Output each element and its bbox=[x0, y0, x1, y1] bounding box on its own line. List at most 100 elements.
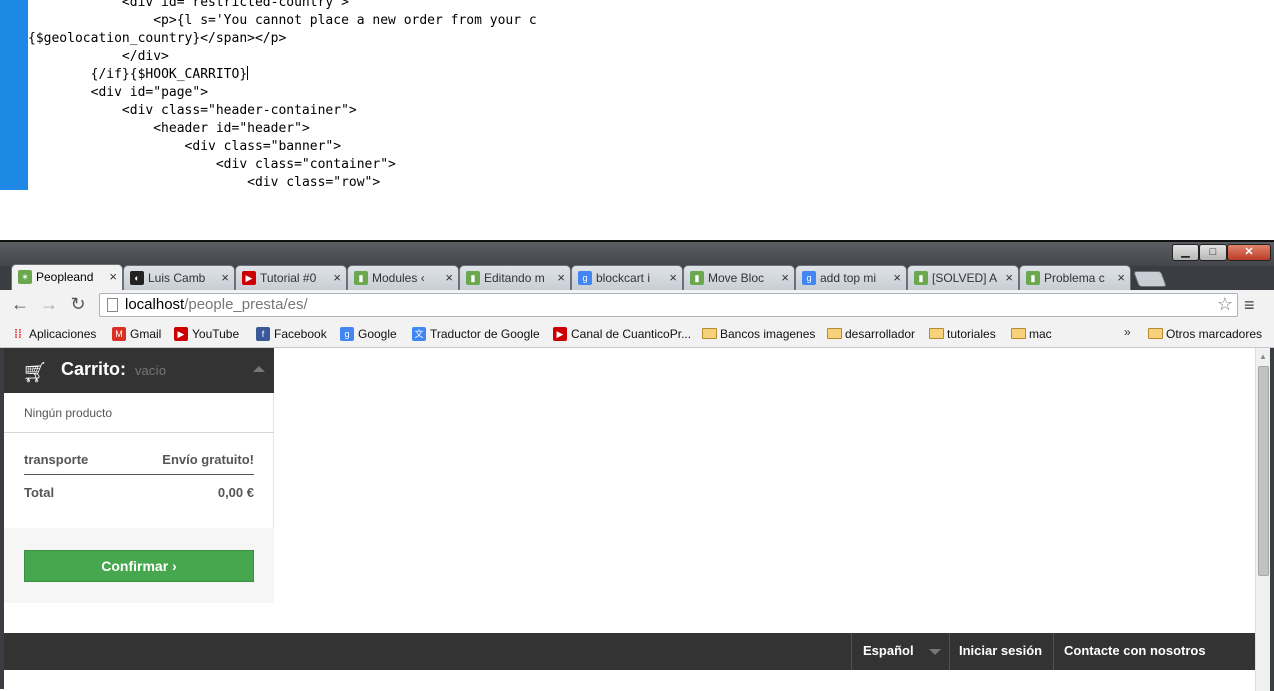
text-cursor bbox=[247, 66, 249, 80]
tab-7[interactable]: ▮ Move Bloc × bbox=[683, 265, 795, 290]
tab-3[interactable]: ▶ Tutorial #0 × bbox=[235, 265, 347, 290]
tab-label: Luis Camb bbox=[148, 271, 206, 285]
divider bbox=[1053, 633, 1054, 670]
close-window-button[interactable]: ✕ bbox=[1227, 244, 1271, 261]
tab-close-icon[interactable]: × bbox=[109, 265, 117, 289]
bookmark-item[interactable]: M Gmail bbox=[112, 325, 161, 343]
forward-arrow-icon[interactable]: → bbox=[38, 293, 60, 315]
tab-close-icon[interactable]: × bbox=[1005, 266, 1013, 290]
new-tab-button[interactable] bbox=[1133, 271, 1167, 287]
code-line[interactable]: {$geolocation_country}</span></p> bbox=[28, 30, 550, 48]
tab-close-icon[interactable]: × bbox=[893, 266, 901, 290]
tab-label: blockcart i bbox=[596, 271, 651, 285]
scroll-up-icon[interactable]: ▲ bbox=[1259, 352, 1267, 361]
code-line[interactable]: 65 <div id="page"> bbox=[28, 84, 550, 102]
minimize-button[interactable]: ▁ bbox=[1172, 244, 1199, 261]
tab-label: Peopleand bbox=[36, 270, 94, 284]
bookmark-item[interactable]: ▶ Canal de CuanticoPr... bbox=[553, 325, 691, 343]
chevron-down-icon[interactable] bbox=[929, 649, 941, 655]
bookmarks-overflow-button[interactable]: » bbox=[1124, 325, 1131, 339]
tab-8[interactable]: g add top mi × bbox=[795, 265, 907, 290]
chrome-menu-icon[interactable]: ≡ bbox=[1244, 295, 1260, 315]
code-line[interactable]: 66 <div class="header-container"> bbox=[28, 102, 550, 120]
tab-close-icon[interactable]: × bbox=[781, 266, 789, 290]
bookmark-item[interactable]: desarrollador bbox=[827, 325, 915, 343]
folder-icon bbox=[702, 328, 717, 339]
tab-close-icon[interactable]: × bbox=[445, 266, 453, 290]
total-row: Total 0,00 € bbox=[24, 485, 254, 500]
tab-4[interactable]: ▮ Modules ‹ × bbox=[347, 265, 459, 290]
bookmark-otros-marcadores[interactable]: Otros marcadores bbox=[1148, 325, 1262, 343]
bookmark-label: Facebook bbox=[274, 327, 327, 341]
tab-favicon-icon: ▮ bbox=[466, 271, 480, 285]
login-link[interactable]: Iniciar sesión bbox=[959, 643, 1042, 658]
address-bar[interactable]: localhost/people_presta/es/ ☆ bbox=[99, 293, 1238, 317]
code-editor[interactable]: 61 <div id="restricted-country">62 <p>{l… bbox=[0, 0, 1274, 192]
contact-link[interactable]: Contacte con nosotros bbox=[1064, 643, 1206, 658]
code-line[interactable]: 63 </div> bbox=[28, 48, 550, 66]
code-text: <header id="header"> bbox=[153, 121, 310, 136]
url-host: localhost bbox=[125, 296, 185, 313]
page-icon bbox=[107, 298, 118, 312]
caret-up-icon[interactable] bbox=[253, 366, 265, 372]
window-border bbox=[1270, 348, 1274, 691]
tab-close-icon[interactable]: × bbox=[221, 266, 229, 290]
tab-2[interactable]: ◐ Luis Camb × bbox=[123, 265, 235, 290]
tab-favicon-icon: g bbox=[578, 271, 592, 285]
bookmark-item[interactable]: ▶ YouTube bbox=[174, 325, 239, 343]
divider bbox=[4, 432, 274, 433]
tab-close-icon[interactable]: × bbox=[669, 266, 677, 290]
scrollbar-thumb[interactable] bbox=[1258, 366, 1269, 576]
back-arrow-icon[interactable]: ← bbox=[9, 293, 31, 315]
code-text: {/if}{$HOOK_CARRITO} bbox=[90, 67, 248, 82]
bookmark-item[interactable]: g Google bbox=[340, 325, 397, 343]
code-line[interactable]: 62 <p>{l s='You cannot place a new order… bbox=[28, 12, 550, 30]
bookmark-item[interactable]: 文 Traductor de Google bbox=[412, 325, 540, 343]
code-area[interactable]: 61 <div id="restricted-country">62 <p>{l… bbox=[28, 0, 550, 190]
tab-label: Problema c bbox=[1044, 271, 1105, 285]
bookmark-item[interactable]: mac bbox=[1011, 325, 1052, 343]
language-selector[interactable]: Español bbox=[863, 643, 914, 658]
tab-label: add top mi bbox=[820, 271, 877, 285]
code-line[interactable]: 64 {/if}{$HOOK_CARRITO} bbox=[28, 66, 550, 84]
bookmark-item[interactable]: tutoriales bbox=[929, 325, 996, 343]
cart-dropdown: 🛒︎ Carrito: vacío Ningún producto transp… bbox=[4, 348, 274, 603]
vertical-scrollbar[interactable]: ▲ bbox=[1255, 348, 1270, 691]
divider bbox=[851, 633, 852, 670]
tab-10[interactable]: ▮ Problema c × bbox=[1019, 265, 1131, 290]
code-line[interactable]: 68 <div class="banner"> bbox=[28, 138, 550, 156]
tab-6[interactable]: g blockcart i × bbox=[571, 265, 683, 290]
tab-favicon-icon: ▮ bbox=[690, 271, 704, 285]
bookmark-item[interactable]: Bancos imagenes bbox=[702, 325, 815, 343]
maximize-button[interactable]: □ bbox=[1199, 244, 1227, 261]
tab-1[interactable]: ✶ Peopleand × bbox=[11, 264, 123, 290]
code-line[interactable]: 67 <header id="header"> bbox=[28, 120, 550, 138]
code-line[interactable]: 61 <div id="restricted-country"> bbox=[28, 0, 550, 12]
tab-favicon-icon: ◐ bbox=[130, 271, 144, 285]
tab-5[interactable]: ▮ Editando m × bbox=[459, 265, 571, 290]
bookmark-favicon-icon: ▶ bbox=[553, 327, 567, 341]
tab-close-icon[interactable]: × bbox=[333, 266, 341, 290]
bookmark-item[interactable]: f Facebook bbox=[256, 325, 327, 343]
browser-window: ▁ □ ✕ ✶ Peopleand × ◐ Luis Camb × ▶ Tutorial #0… bbox=[0, 240, 1274, 691]
bookmark-item[interactable]: ⁞⁞ Aplicaciones bbox=[11, 325, 96, 343]
tab-9[interactable]: ▮ [SOLVED] A × bbox=[907, 265, 1019, 290]
chevron-right-icon: › bbox=[172, 558, 177, 574]
cart-header[interactable]: 🛒︎ Carrito: vacío bbox=[4, 348, 274, 393]
tab-close-icon[interactable]: × bbox=[1117, 266, 1125, 290]
reload-icon[interactable]: ↻ bbox=[67, 293, 89, 315]
code-text: <div class="container"> bbox=[215, 157, 396, 172]
tab-close-icon[interactable]: × bbox=[557, 266, 565, 290]
bookmark-star-icon[interactable]: ☆ bbox=[1217, 293, 1233, 315]
bookmark-favicon-icon: g bbox=[340, 327, 354, 341]
code-text: <div id="restricted-country"> bbox=[121, 0, 349, 10]
code-text: <div class="banner"> bbox=[184, 139, 342, 154]
code-line[interactable]: 69 <div class="container"> bbox=[28, 156, 550, 174]
confirm-button[interactable]: Confirmar › bbox=[24, 550, 254, 582]
code-line[interactable]: 70 <div class="row"> bbox=[28, 174, 550, 190]
folder-icon bbox=[1011, 328, 1026, 339]
shopping-cart-icon: 🛒︎ bbox=[22, 362, 48, 384]
